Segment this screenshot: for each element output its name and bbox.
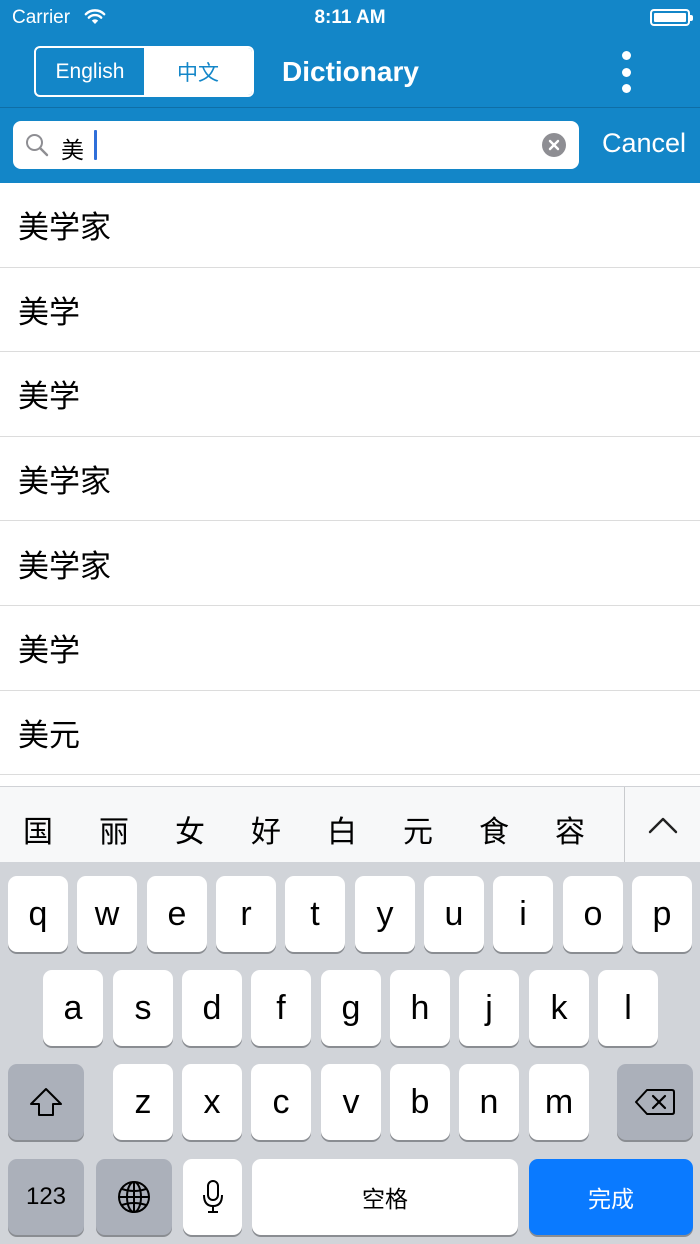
- key-c[interactable]: c: [251, 1064, 311, 1140]
- list-item[interactable]: 美学家: [0, 521, 700, 606]
- language-segmented-control: English 中文: [34, 46, 254, 97]
- key-b[interactable]: b: [390, 1064, 450, 1140]
- candidate-word[interactable]: 国: [18, 807, 58, 851]
- candidate-word[interactable]: 元: [398, 807, 438, 851]
- more-options-icon[interactable]: [614, 51, 638, 93]
- segment-chinese[interactable]: 中文: [144, 48, 252, 95]
- key-r[interactable]: r: [216, 876, 276, 952]
- key-g[interactable]: g: [321, 970, 381, 1046]
- app-header: Carrier 8:11 AM English 中文 Dictionary 美 …: [0, 0, 700, 183]
- key-w[interactable]: w: [77, 876, 137, 952]
- list-item[interactable]: 美学: [0, 268, 700, 353]
- key-a[interactable]: a: [43, 970, 103, 1046]
- key-e[interactable]: e: [147, 876, 207, 952]
- search-bar: 美 Cancel: [0, 108, 700, 183]
- key-i[interactable]: i: [493, 876, 553, 952]
- key-s[interactable]: s: [113, 970, 173, 1046]
- list-item[interactable]: 美学家: [0, 183, 700, 268]
- results-list: 美学家 美学 美学 美学家 美学家 美学 美元: [0, 183, 700, 776]
- space-key[interactable]: 空格: [252, 1159, 518, 1235]
- microphone-icon: [202, 1180, 223, 1213]
- microphone-key[interactable]: [183, 1159, 242, 1235]
- key-m[interactable]: m: [529, 1064, 589, 1140]
- search-query-text: 美: [61, 137, 84, 163]
- key-p[interactable]: p: [632, 876, 692, 952]
- key-d[interactable]: d: [182, 970, 242, 1046]
- backspace-key[interactable]: [617, 1064, 693, 1140]
- key-h[interactable]: h: [390, 970, 450, 1046]
- status-time: 8:11 AM: [314, 7, 386, 28]
- keyboard: q w e r t y u i o p a s d f g h j k l z …: [0, 862, 700, 1244]
- backspace-icon: [635, 1089, 675, 1115]
- list-item[interactable]: 美学: [0, 352, 700, 437]
- key-l[interactable]: l: [598, 970, 658, 1046]
- page-title: Dictionary: [282, 56, 419, 87]
- key-j[interactable]: j: [459, 970, 519, 1046]
- key-v[interactable]: v: [321, 1064, 381, 1140]
- key-u[interactable]: u: [424, 876, 484, 952]
- shift-key[interactable]: [8, 1064, 84, 1140]
- candidate-word[interactable]: 容: [550, 807, 590, 851]
- key-k[interactable]: k: [529, 970, 589, 1046]
- globe-icon: [118, 1181, 150, 1213]
- key-q[interactable]: q: [8, 876, 68, 952]
- list-item[interactable]: 美元: [0, 691, 700, 776]
- candidate-word[interactable]: 女: [170, 807, 210, 851]
- key-n[interactable]: n: [459, 1064, 519, 1140]
- key-x[interactable]: x: [182, 1064, 242, 1140]
- globe-key[interactable]: [96, 1159, 172, 1235]
- navigation-bar: English 中文 Dictionary: [0, 36, 700, 108]
- search-icon: [25, 133, 49, 162]
- candidate-word[interactable]: 白: [322, 807, 362, 851]
- segment-english[interactable]: English: [36, 48, 144, 95]
- done-key[interactable]: 完成: [529, 1159, 693, 1235]
- battery-icon: [650, 9, 693, 26]
- chevron-up-icon: [648, 817, 678, 834]
- status-bar: Carrier 8:11 AM: [0, 0, 700, 36]
- key-o[interactable]: o: [563, 876, 623, 952]
- candidate-word[interactable]: 丽: [94, 807, 134, 851]
- clear-search-icon[interactable]: [542, 133, 566, 157]
- key-z[interactable]: z: [113, 1064, 173, 1140]
- list-item[interactable]: 美学家: [0, 437, 700, 522]
- key-t[interactable]: t: [285, 876, 345, 952]
- candidate-word[interactable]: 食: [474, 807, 514, 851]
- list-item[interactable]: 美学: [0, 606, 700, 691]
- numbers-key[interactable]: 123: [8, 1159, 84, 1235]
- key-y[interactable]: y: [355, 876, 415, 952]
- key-f[interactable]: f: [251, 970, 311, 1046]
- expand-candidates-button[interactable]: [624, 787, 700, 863]
- shift-icon: [30, 1088, 62, 1116]
- candidate-bar: 国 丽 女 好 白 元 食 容: [0, 786, 700, 863]
- cancel-button[interactable]: Cancel: [602, 128, 686, 159]
- text-cursor: [94, 130, 97, 160]
- search-input[interactable]: 美: [13, 121, 579, 169]
- candidate-word[interactable]: 好: [246, 807, 286, 851]
